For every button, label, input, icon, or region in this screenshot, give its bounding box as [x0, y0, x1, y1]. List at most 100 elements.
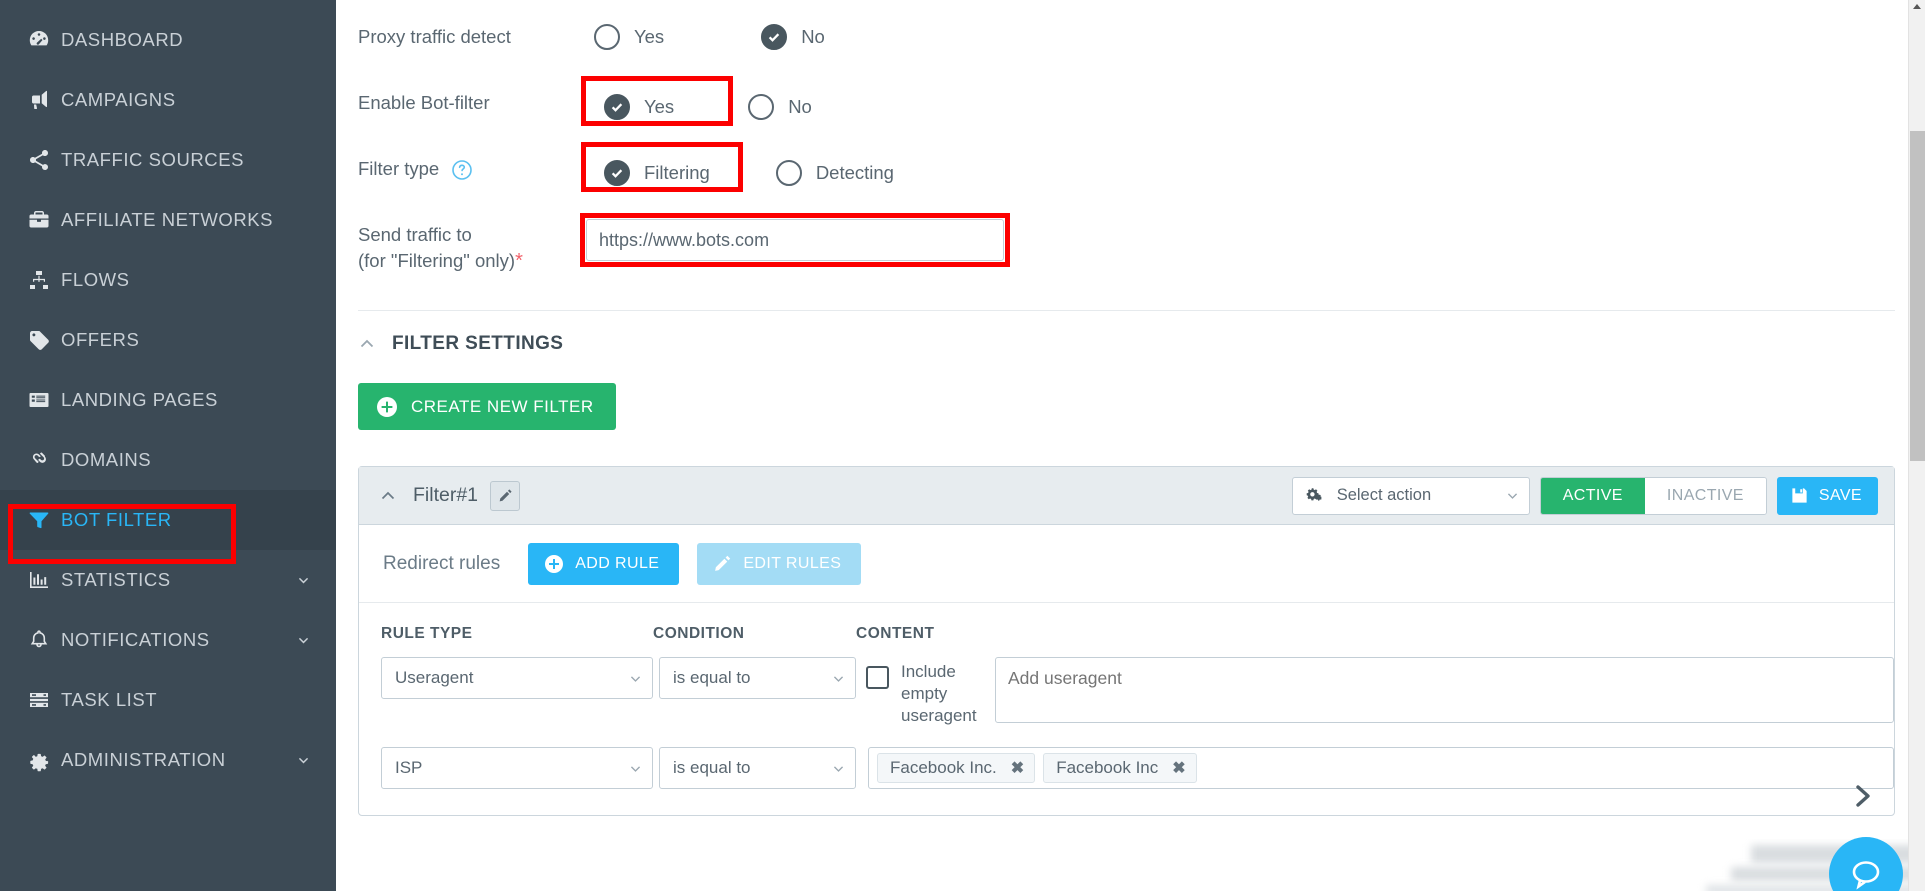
required-asterisk: *	[515, 250, 523, 272]
sidebar-item-label: NOTIFICATIONS	[61, 629, 210, 650]
save-button[interactable]: SAVE	[1776, 476, 1878, 515]
condition-select-0[interactable]: is equal to	[659, 657, 856, 699]
chevron-down-icon	[832, 762, 845, 775]
form-row-enable-bot-filter: Enable Bot-filter Yes No	[358, 76, 1895, 150]
redirect-rules-label: Redirect rules	[383, 552, 501, 574]
table-row: Useragent is equal to Include empty user…	[359, 657, 1894, 727]
status-active-button[interactable]: ACTIVE	[1540, 477, 1645, 514]
status-toggle-group: ACTIVE INACTIVE	[1539, 476, 1767, 515]
proxy-traffic-label: Proxy traffic detect	[358, 26, 511, 47]
tag-label: Facebook Inc.	[890, 758, 997, 777]
list-item: Facebook Inc ✖	[1043, 753, 1197, 783]
filter-type-label: Filter type	[358, 150, 586, 182]
rule-type-value: Useragent	[395, 668, 474, 687]
sidebar-item-offers[interactable]: OFFERS	[0, 310, 336, 370]
proxy-traffic-radio-group: Yes No	[586, 18, 848, 56]
filter-type-detecting-radio[interactable]: Detecting	[768, 154, 907, 192]
radio-label: Filtering	[644, 162, 710, 183]
status-inactive-button[interactable]: INACTIVE	[1644, 477, 1766, 514]
chevron-down-icon	[832, 672, 845, 685]
radio-label: Yes	[644, 96, 675, 117]
tag-icon	[27, 328, 61, 352]
filter-card-header: Filter#1 Select action ACTIVE INACTIVE S…	[359, 467, 1894, 525]
sidebar-item-landing-pages[interactable]: LANDING PAGES	[0, 370, 336, 430]
chat-bubble-icon[interactable]	[1829, 837, 1903, 891]
condition-select-1[interactable]: is equal to	[659, 747, 856, 789]
include-empty-useragent-checkbox[interactable]	[866, 666, 889, 689]
plus-circle-icon	[544, 554, 564, 574]
filter-settings-header[interactable]: FILTER SETTINGS	[336, 311, 1925, 355]
scroll-up-arrow-icon[interactable]	[1913, 4, 1921, 9]
create-new-filter-label: CREATE NEW FILTER	[411, 396, 594, 416]
condition-value: is equal to	[673, 668, 751, 687]
filter-type-label-text: Filter type	[358, 158, 440, 179]
include-empty-useragent-label: Include empty useragent	[901, 662, 977, 725]
send-traffic-input[interactable]	[586, 219, 1004, 261]
enable-bot-filter-radio-group: Yes No	[581, 76, 835, 130]
sidebar-item-dashboard[interactable]: DASHBOARD	[0, 10, 336, 70]
sidebar-item-label: ADMINISTRATION	[61, 749, 226, 770]
proxy-traffic-no-radio[interactable]: No	[753, 18, 838, 56]
bot-filter-form: Proxy traffic detect Yes No Enable Bot-f…	[336, 0, 1925, 311]
close-icon[interactable]: ✖	[1011, 758, 1024, 778]
form-row-proxy-traffic: Proxy traffic detect Yes No	[358, 18, 1895, 84]
vertical-scrollbar[interactable]	[1908, 0, 1925, 891]
chevron-up-icon[interactable]	[379, 487, 397, 505]
sidebar-item-domains[interactable]: DOMAINS	[0, 430, 336, 490]
sidebar-item-label: BOT FILTER	[61, 509, 172, 530]
edit-rules-button[interactable]: EDIT RULES	[697, 542, 862, 585]
sidebar-item-administration[interactable]: ADMINISTRATION	[0, 730, 336, 790]
enable-bot-filter-label: Enable Bot-filter	[358, 92, 490, 113]
send-traffic-label-line1: Send traffic to	[358, 224, 472, 245]
rules-body: RULE TYPE CONDITION CONTENT Useragent is…	[359, 603, 1894, 815]
radio-label: Detecting	[815, 162, 894, 183]
bar-chart-icon	[27, 568, 61, 592]
sidebar-item-campaigns[interactable]: CAMPAIGNS	[0, 70, 336, 130]
scrollbar-thumb[interactable]	[1910, 131, 1925, 461]
question-circle-icon[interactable]	[451, 159, 473, 181]
bell-icon	[27, 628, 61, 652]
chevron-down-icon	[1506, 489, 1519, 502]
sidebar-item-label: LANDING PAGES	[61, 389, 218, 410]
sidebar-item-flows[interactable]: FLOWS	[0, 250, 336, 310]
gears-icon	[1305, 486, 1325, 506]
proxy-traffic-yes-radio[interactable]: Yes	[586, 18, 677, 56]
filter-type-filtering-radio[interactable]: Filtering	[586, 150, 732, 196]
sidebar-item-bot-filter[interactable]: BOT FILTER	[0, 490, 336, 550]
app-root: DASHBOARD CAMPAIGNS TRAFFIC SOURCES AFFI…	[0, 0, 1925, 891]
sidebar-item-affiliate-networks[interactable]: AFFILIATE NETWORKS	[0, 190, 336, 250]
chevron-right-icon[interactable]	[1850, 783, 1876, 809]
create-new-filter-button[interactable]: CREATE NEW FILTER	[358, 383, 616, 430]
plus-circle-icon	[376, 396, 398, 418]
sidebar-item-label: TRAFFIC SOURCES	[61, 149, 244, 170]
chevron-up-icon	[358, 335, 376, 353]
select-action-value: Select action	[1336, 486, 1432, 504]
useragent-content-textarea[interactable]	[995, 657, 1894, 723]
filter-title: Filter#1	[413, 484, 479, 506]
pencil-icon[interactable]	[490, 480, 521, 511]
radio-circle	[775, 160, 802, 186]
sidebar-item-notifications[interactable]: NOTIFICATIONS	[0, 610, 336, 670]
sidebar-item-task-list[interactable]: TASK LIST	[0, 670, 336, 730]
radio-circle	[604, 94, 630, 120]
radio-label: Yes	[634, 26, 665, 47]
enable-bot-filter-yes-radio[interactable]: Yes	[586, 84, 700, 130]
send-traffic-label: Send traffic to (for "Filtering" only)*	[358, 216, 586, 274]
radio-circle	[761, 24, 788, 50]
rule-type-select-0[interactable]: Useragent	[381, 657, 653, 699]
sidebar-item-label: CAMPAIGNS	[61, 89, 176, 110]
rule-type-select-1[interactable]: ISP	[381, 747, 653, 789]
close-icon[interactable]: ✖	[1172, 758, 1185, 778]
save-label: SAVE	[1818, 486, 1862, 504]
select-action-dropdown[interactable]: Select action	[1291, 476, 1530, 515]
sidebar-item-label: TASK LIST	[61, 689, 158, 710]
redirect-rules-row: Redirect rules ADD RULE EDIT RULES	[359, 525, 1894, 603]
enable-bot-filter-no-radio[interactable]: No	[740, 88, 825, 126]
sidebar-item-statistics[interactable]: STATISTICS	[0, 550, 336, 610]
add-rule-button[interactable]: ADD RULE	[528, 542, 680, 585]
sidebar-item-traffic-sources[interactable]: TRAFFIC SOURCES	[0, 130, 336, 190]
isp-tag-input[interactable]: Facebook Inc. ✖ Facebook Inc ✖	[868, 747, 1894, 789]
tag-label: Facebook Inc	[1056, 758, 1159, 777]
sidebar-item-label: DOMAINS	[61, 449, 152, 470]
pencil-icon	[713, 554, 732, 573]
